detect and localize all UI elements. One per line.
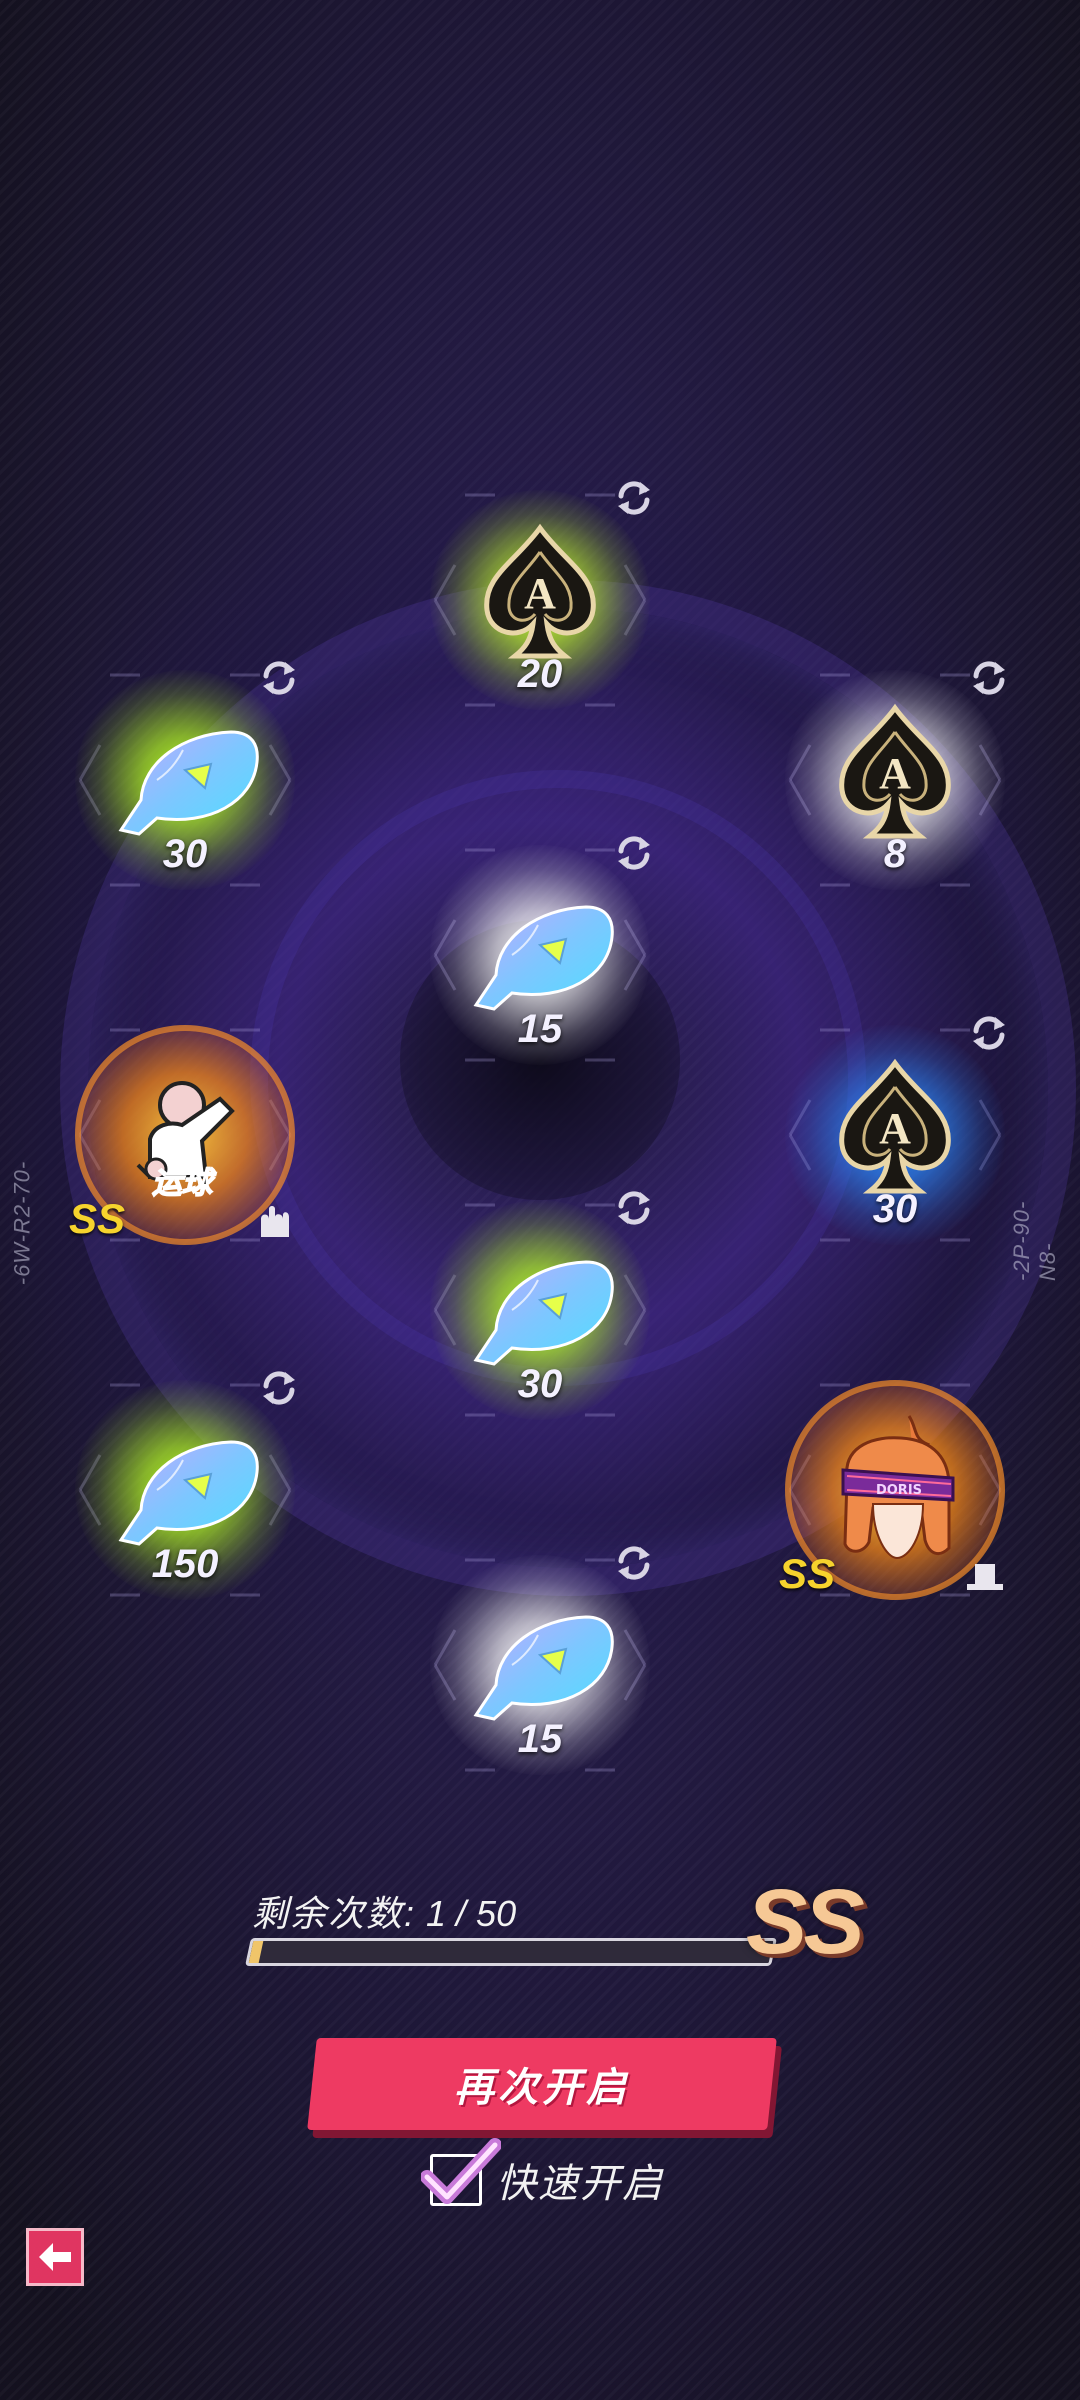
reward-tile-right-2: A 30 — [775, 1015, 1015, 1255]
grade-badge: SS — [779, 1550, 836, 1597]
refresh-icon[interactable] — [967, 1011, 1011, 1055]
reward-count: 8 — [883, 832, 907, 876]
progress-bar — [245, 1938, 777, 1966]
fish-icon — [468, 1252, 618, 1377]
reward-tile-bottom: 15 — [420, 1545, 660, 1785]
character-card-icon: 运球 — [110, 1065, 260, 1220]
grade-badge: SS — [69, 1195, 126, 1242]
refresh-icon[interactable] — [612, 831, 656, 875]
reopen-label: 再次开启 — [454, 2066, 630, 2110]
reward-count: 30 — [517, 1362, 563, 1406]
hat-icon — [965, 1558, 1005, 1594]
reward-tile-right-3: DORIS SS — [775, 1370, 1015, 1610]
character-head-icon: DORIS — [817, 1408, 977, 1583]
spade-ace-icon: A — [830, 702, 960, 847]
progress-fill — [248, 1941, 264, 1963]
reward-count: 20 — [517, 652, 563, 696]
reward-tile-left-2: 运球 SS — [65, 1015, 305, 1255]
refresh-icon[interactable] — [612, 1186, 656, 1230]
remaining-value: 1 / 50 — [426, 1893, 517, 1934]
spade-ace-icon: A — [830, 1057, 960, 1202]
quick-open-toggle[interactable]: 快速开启 — [421, 2138, 664, 2210]
fish-icon — [468, 1607, 618, 1732]
refresh-icon[interactable] — [612, 1541, 656, 1585]
item-label: DORIS — [876, 1483, 922, 1498]
reward-tile-right-1: A8 — [775, 660, 1015, 900]
fish-icon — [113, 722, 263, 847]
fish-icon — [113, 1432, 263, 1557]
back-button[interactable] — [26, 2228, 84, 2286]
reward-count: 150 — [151, 1542, 219, 1586]
reward-count: 15 — [517, 1717, 563, 1761]
svg-text:A: A — [879, 1104, 911, 1153]
spade-ace-icon: A — [475, 522, 605, 667]
remaining-label: 剩余次数: — [252, 1893, 417, 1934]
refresh-icon[interactable] — [257, 1366, 301, 1410]
refresh-icon[interactable] — [967, 656, 1011, 700]
reward-tile-left-3: 150 — [65, 1370, 305, 1610]
progress-grade: SS — [746, 1871, 865, 1973]
reward-tile-top: A 20 — [420, 480, 660, 720]
svg-text:A: A — [524, 569, 556, 618]
quick-open-checkbox[interactable] — [421, 2138, 501, 2206]
checkmark-icon — [421, 2138, 501, 2204]
item-label: 运球 — [152, 1166, 217, 1201]
reward-count: 15 — [517, 1007, 563, 1051]
back-arrow-icon — [39, 2243, 71, 2271]
fish-icon — [468, 897, 618, 1022]
glove-icon — [255, 1203, 295, 1239]
reopen-button[interactable]: 再次开启 — [307, 2038, 777, 2130]
remaining-count: 剩余次数: 1 / 50 — [252, 1885, 516, 1937]
side-code-right: -2P-90-N8- — [1009, 1200, 1060, 1281]
svg-text:A: A — [879, 749, 911, 798]
quick-open-label: 快速开启 — [496, 2162, 664, 2206]
refresh-icon[interactable] — [612, 476, 656, 520]
reward-tile-left-1: 30 — [65, 660, 305, 900]
refresh-icon[interactable] — [257, 656, 301, 700]
reward-tile-center-1: 15 — [420, 835, 660, 1075]
reward-count: 30 — [872, 1187, 918, 1231]
reward-count: 30 — [162, 832, 208, 876]
side-code-left: -6W-R2-70- — [9, 1160, 35, 1286]
game-screen: -6W-R2-70- -2P-90-N8- A 20 30 A 8 15 运球 SS A 30 30… — [0, 0, 1080, 2400]
reward-tile-center-2: 30 — [420, 1190, 660, 1430]
